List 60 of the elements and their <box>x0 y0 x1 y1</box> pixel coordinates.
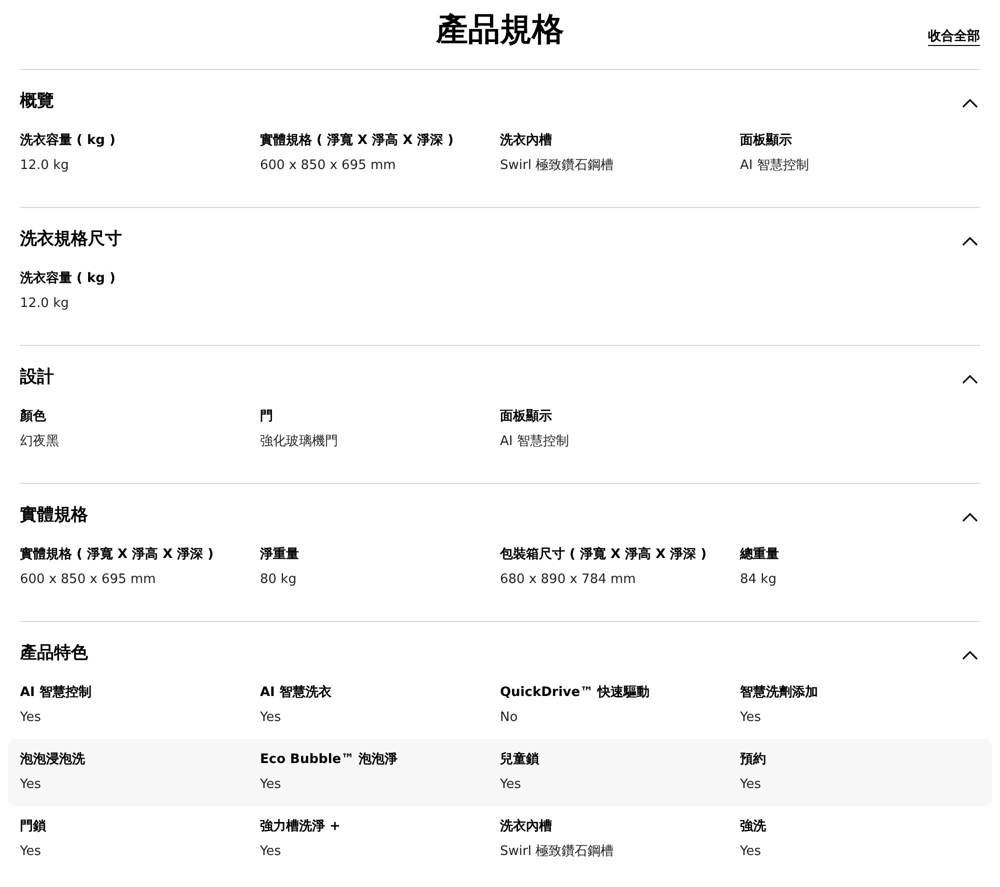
spec-value: Swirl 極致鑽石鋼槽 <box>500 843 615 861</box>
spec-label: 門 <box>260 408 274 426</box>
spec-label: AI 智慧洗衣 <box>260 684 332 702</box>
collapse-all-link[interactable]: 收合全部 <box>928 27 980 47</box>
spec-value: Yes <box>740 843 762 861</box>
section-title: 洗衣規格尺寸 <box>20 228 122 251</box>
spec-value: 12.0 kg <box>20 295 70 313</box>
spec-label: 洗衣容量 ( kg ) <box>20 132 116 150</box>
chevron-icon[interactable] <box>962 512 978 522</box>
spec-label: 洗衣內槽 <box>500 818 553 836</box>
spec-label: Eco Bubble™ 泡泡淨 <box>260 751 399 769</box>
spec-label: 洗衣內槽 <box>500 132 553 150</box>
spec-label: 強力槽洗淨 + <box>260 818 342 836</box>
spec-label: 面板顯示 <box>500 408 553 426</box>
spec-label: 顏色 <box>20 408 47 426</box>
section-title: 產品特色 <box>20 642 88 665</box>
spec-value: Yes <box>500 776 522 794</box>
section-title: 概覽 <box>20 90 54 113</box>
spec-label: 洗衣容量 ( kg ) <box>20 270 116 288</box>
spec-label: 總重量 <box>740 546 780 564</box>
spec-label: 泡泡浸泡洗 <box>20 751 86 769</box>
spec-value: 84 kg <box>740 571 778 589</box>
spec-value: Yes <box>20 843 42 861</box>
chevron-icon[interactable] <box>962 236 978 246</box>
spec-label: 預約 <box>740 751 767 769</box>
spec-value: Yes <box>20 776 42 794</box>
section-title: 實體規格 <box>20 504 88 527</box>
spec-value: AI 智慧控制 <box>740 157 810 175</box>
spec-value: Yes <box>20 709 42 727</box>
spec-label: AI 智慧控制 <box>20 684 92 702</box>
spec-label: 包裝箱尺寸 ( 淨寬 X 淨高 X 淨深 ) <box>500 546 708 564</box>
spec-value: Yes <box>260 843 282 861</box>
spec-label: 實體規格 ( 淨寬 X 淨高 X 淨深 ) <box>260 132 455 150</box>
spec-label: 實體規格 ( 淨寬 X 淨高 X 淨深 ) <box>20 546 215 564</box>
spec-value: 600 x 850 x 695 mm <box>20 571 157 589</box>
spec-value: 600 x 850 x 695 mm <box>260 157 397 175</box>
spec-value: Yes <box>260 776 282 794</box>
spec-value: Swirl 極致鑽石鋼槽 <box>500 157 615 175</box>
chevron-icon[interactable] <box>962 374 978 384</box>
spec-value: Yes <box>260 709 282 727</box>
page-title: 產品規格 <box>436 9 564 50</box>
section-title: 設計 <box>20 366 54 389</box>
spec-value: Yes <box>740 776 762 794</box>
chevron-icon[interactable] <box>962 98 978 108</box>
chevron-icon[interactable] <box>962 650 978 660</box>
spec-value: 680 x 890 x 784 mm <box>500 571 637 589</box>
spec-value: No <box>500 709 519 727</box>
spec-label: 智慧洗劑添加 <box>740 684 819 702</box>
spec-value: Yes <box>740 709 762 727</box>
spec-label: 門鎖 <box>20 818 47 836</box>
spec-label: QuickDrive™ 快速驅動 <box>500 684 651 702</box>
spec-label: 面板顯示 <box>740 132 793 150</box>
spec-label: 淨重量 <box>260 546 300 564</box>
spec-value: 強化玻璃機門 <box>260 433 339 451</box>
spec-value: 12.0 kg <box>20 157 70 175</box>
spec-value: 幻夜黑 <box>20 433 60 451</box>
spec-label: 兒童鎖 <box>500 750 540 769</box>
spec-value: AI 智慧控制 <box>500 433 570 451</box>
spec-value: 80 kg <box>260 571 298 589</box>
spec-label: 強洗 <box>740 818 767 836</box>
